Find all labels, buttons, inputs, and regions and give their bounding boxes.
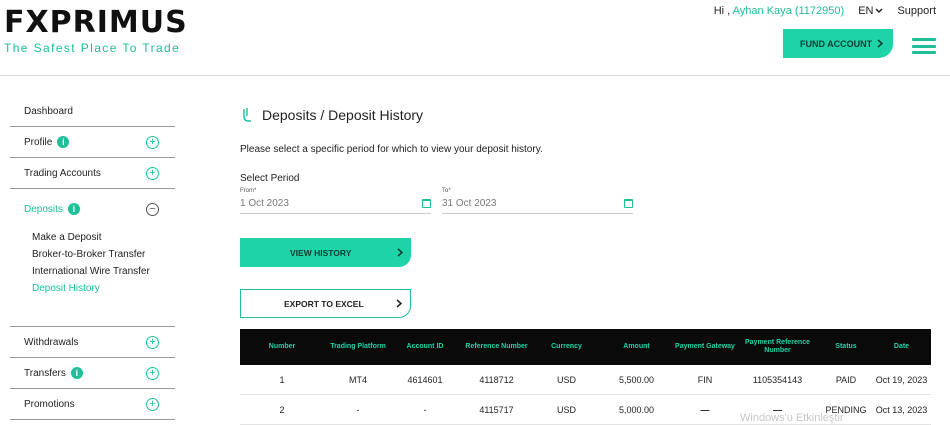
submenu-broker-transfer[interactable]: Broker-to-Broker Transfer — [32, 246, 175, 263]
deposit-history-table: Number Trading Platform Account ID Refer… — [240, 329, 931, 425]
sidebar-item-transfers[interactable]: Transfers i + — [10, 358, 175, 389]
chevron-down-icon — [875, 8, 883, 14]
table-cell: 1 — [279, 374, 285, 385]
main-content: Deposits / Deposit History Please select… — [240, 100, 930, 318]
column-header: Account ID — [406, 343, 444, 350]
expand-plus-icon[interactable]: + — [146, 166, 159, 180]
chevron-right-icon — [396, 299, 402, 308]
export-excel-button[interactable]: EXPORT TO EXCEL — [240, 289, 411, 318]
sidebar-item-promotions[interactable]: Promotions + — [10, 389, 175, 420]
column-header: Payment Reference Number — [745, 339, 810, 354]
submenu-make-deposit[interactable]: Make a Deposit — [32, 229, 175, 246]
language-selector[interactable]: EN — [858, 5, 883, 17]
sidebar-item-label: Trading Accounts — [24, 167, 101, 179]
table-cell: - — [356, 404, 360, 415]
support-link[interactable]: Support — [897, 5, 936, 17]
date-range: From* 1 Oct 2023 To* 31 Oct 2023 — [240, 188, 930, 214]
logo-tagline: The Safest Place To Trade — [4, 41, 181, 55]
sidebar-item-profile[interactable]: Profile i + — [10, 127, 175, 158]
sidebar-item-label: Deposits — [24, 203, 63, 215]
from-date-value[interactable]: 1 Oct 2023 — [240, 198, 289, 209]
to-date-field[interactable]: To* 31 Oct 2023 — [442, 188, 633, 214]
column-header: Date — [893, 343, 910, 350]
collapse-minus-icon[interactable]: − — [146, 202, 159, 216]
table-cell: 4115717 — [479, 404, 514, 415]
sidebar-item-label: Transfers — [24, 367, 66, 379]
column-header: Status — [835, 343, 857, 350]
table-cell: — — [700, 404, 710, 415]
table-cell: 2 — [279, 404, 285, 415]
expand-plus-icon[interactable]: + — [146, 135, 159, 149]
table-cell: USD — [556, 404, 576, 415]
fxprimus-logo[interactable]: FXPRIMUS The Safest Place To Trade — [4, 5, 188, 56]
table-cell: USD — [556, 374, 576, 385]
view-history-button[interactable]: VIEW HISTORY — [240, 238, 411, 267]
sidebar-item-dashboard[interactable]: Dashboard — [10, 96, 175, 127]
user-greeting: Hi , Ayhan Kaya (1172950) — [714, 5, 844, 17]
table-cell: MT4 — [349, 374, 367, 385]
column-header: Reference Number — [465, 343, 528, 350]
sidebar-item-label: Withdrawals — [24, 336, 79, 348]
page-title-text: Deposits / Deposit History — [262, 107, 424, 123]
expand-plus-icon[interactable]: + — [146, 335, 159, 349]
column-header: Payment Gateway — [675, 343, 735, 350]
table-cell: 1105354143 — [752, 374, 803, 385]
sidebar-nav: Dashboard Profile i + Trading Accounts +… — [10, 96, 175, 420]
page-title: Deposits / Deposit History — [240, 100, 930, 130]
table-cell: 5,000.00 — [618, 404, 655, 415]
fund-account-button[interactable]: FUND ACCOUNT — [783, 29, 893, 58]
export-label: EXPORT TO EXCEL — [284, 298, 364, 309]
submenu-wire-transfer[interactable]: International Wire Transfer — [32, 263, 175, 280]
column-header: Trading Platform — [330, 343, 386, 350]
sidebar-item-withdrawals[interactable]: Withdrawals + — [10, 327, 175, 358]
expand-plus-icon[interactable]: + — [146, 366, 159, 380]
language-label: EN — [858, 5, 874, 17]
logo-text: FXPRIMUS — [4, 5, 188, 40]
hamburger-menu-icon[interactable] — [912, 38, 936, 54]
table-header: Number Trading Platform Account ID Refer… — [240, 329, 931, 365]
from-date-field[interactable]: From* 1 Oct 2023 — [240, 188, 431, 214]
greeting-text: Hi , — [713, 5, 731, 17]
to-date-value[interactable]: 31 Oct 2023 — [442, 198, 496, 209]
chevron-right-icon — [877, 39, 883, 48]
deposits-submenu: Make a Deposit Broker-to-Broker Transfer… — [10, 229, 175, 327]
column-header: Number — [268, 343, 296, 350]
info-icon: i — [67, 203, 80, 215]
top-header: FXPRIMUS The Safest Place To Trade Hi , … — [0, 0, 950, 76]
table-cell: FIN — [697, 374, 713, 385]
select-period-label: Select Period — [240, 173, 300, 184]
sidebar-item-label: Profile — [24, 136, 53, 148]
instructions-text: Please select a specific period for whic… — [240, 144, 543, 155]
column-header: Currency — [551, 343, 582, 350]
calendar-icon[interactable] — [624, 199, 633, 208]
chevron-right-icon — [397, 248, 403, 257]
info-icon: i — [70, 367, 83, 379]
column-header: Amount — [623, 343, 650, 350]
activation-watermark: Windows'u Etkinleştir — [740, 412, 844, 424]
table-cell: Oct 19, 2023 — [875, 374, 928, 385]
sidebar-item-trading-accounts[interactable]: Trading Accounts + — [10, 158, 175, 189]
sidebar-item-label: Dashboard — [24, 105, 73, 117]
table-cell: 4118712 — [479, 374, 514, 385]
expand-plus-icon[interactable]: + — [146, 397, 159, 411]
top-right-bar: Hi , Ayhan Kaya (1172950) EN Support — [714, 5, 936, 17]
table-cell: 4614601 — [407, 374, 443, 385]
table-cell: - — [423, 404, 427, 415]
submenu-deposit-history[interactable]: Deposit History — [32, 280, 175, 297]
table-row: 1 MT4 4614601 4118712 USD 5,500.00 FIN 1… — [240, 365, 931, 395]
deposit-hand-icon — [243, 108, 251, 122]
table-cell: PAID — [835, 374, 857, 385]
table-cell: Oct 13, 2023 — [875, 404, 928, 415]
sidebar-item-label: Promotions — [24, 398, 75, 410]
view-history-label: VIEW HISTORY — [290, 247, 352, 258]
calendar-icon[interactable] — [422, 199, 431, 208]
fund-account-label: FUND ACCOUNT — [800, 38, 873, 49]
user-name-link[interactable]: Ayhan Kaya (1172950) — [733, 5, 845, 17]
info-icon: i — [57, 136, 70, 148]
sidebar-item-deposits[interactable]: Deposits i − — [10, 189, 175, 229]
table-cell: 5,500.00 — [618, 374, 655, 385]
